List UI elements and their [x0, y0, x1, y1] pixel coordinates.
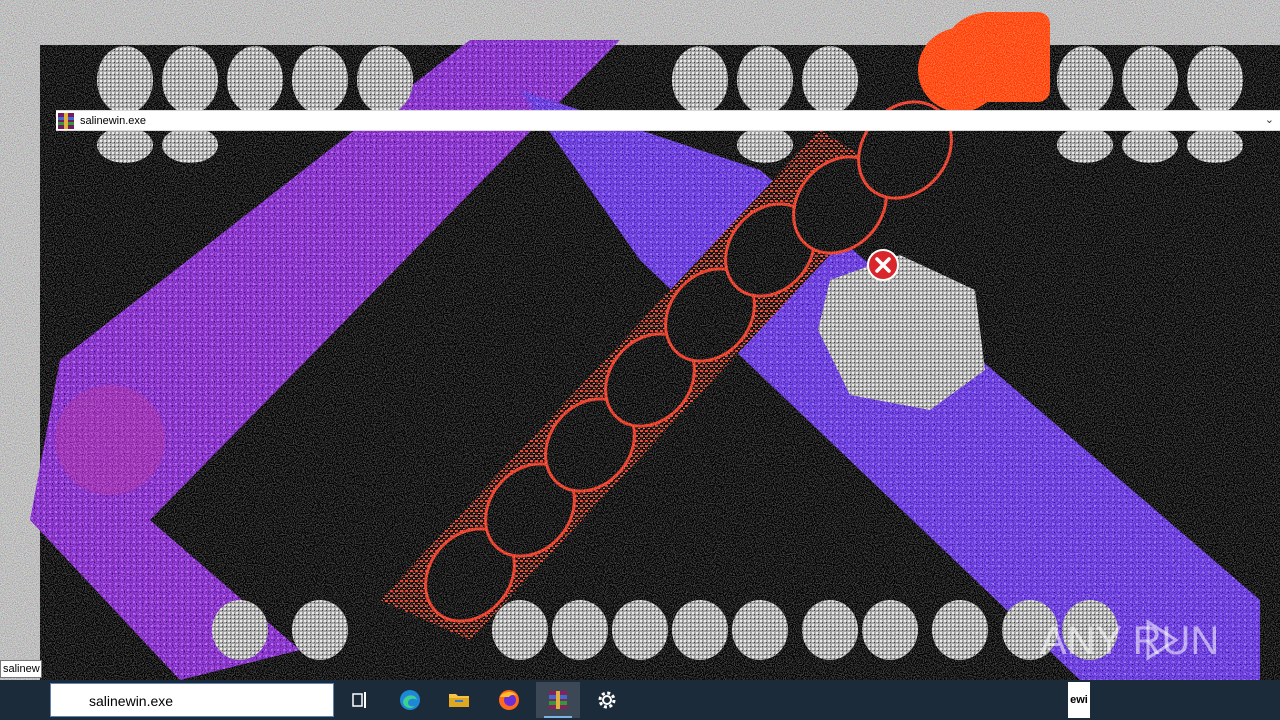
gear-icon: [598, 691, 616, 709]
settings-button[interactable]: [585, 682, 629, 718]
edge-icon: [400, 690, 420, 710]
firefox-button[interactable]: [487, 682, 531, 718]
taskbar-search-box[interactable]: [50, 683, 334, 717]
window-titlebar[interactable]: salinewin.exe ⌄: [56, 110, 1280, 131]
winrar-app-icon: [58, 112, 74, 129]
window-title: salinewin.exe: [80, 114, 147, 127]
winrar-icon: [549, 691, 567, 709]
chevron-down-icon[interactable]: ⌄: [1265, 113, 1274, 126]
file-explorer-button[interactable]: [437, 682, 481, 718]
anyrun-watermark: ANY RUN: [1040, 610, 1240, 670]
winrar-button[interactable]: [536, 682, 580, 718]
edge-button[interactable]: [388, 682, 432, 718]
task-view-icon: [352, 692, 366, 708]
search-input[interactable]: [87, 690, 331, 712]
tray-window-fragment[interactable]: ewi: [1068, 682, 1090, 718]
watermark-text: ANY RUN: [1040, 619, 1219, 663]
error-icon[interactable]: [867, 249, 899, 281]
folder-icon: [449, 694, 469, 707]
firefox-icon: [499, 690, 519, 710]
task-view-button[interactable]: [338, 682, 382, 718]
tooltip-label: salinew: [0, 660, 42, 678]
